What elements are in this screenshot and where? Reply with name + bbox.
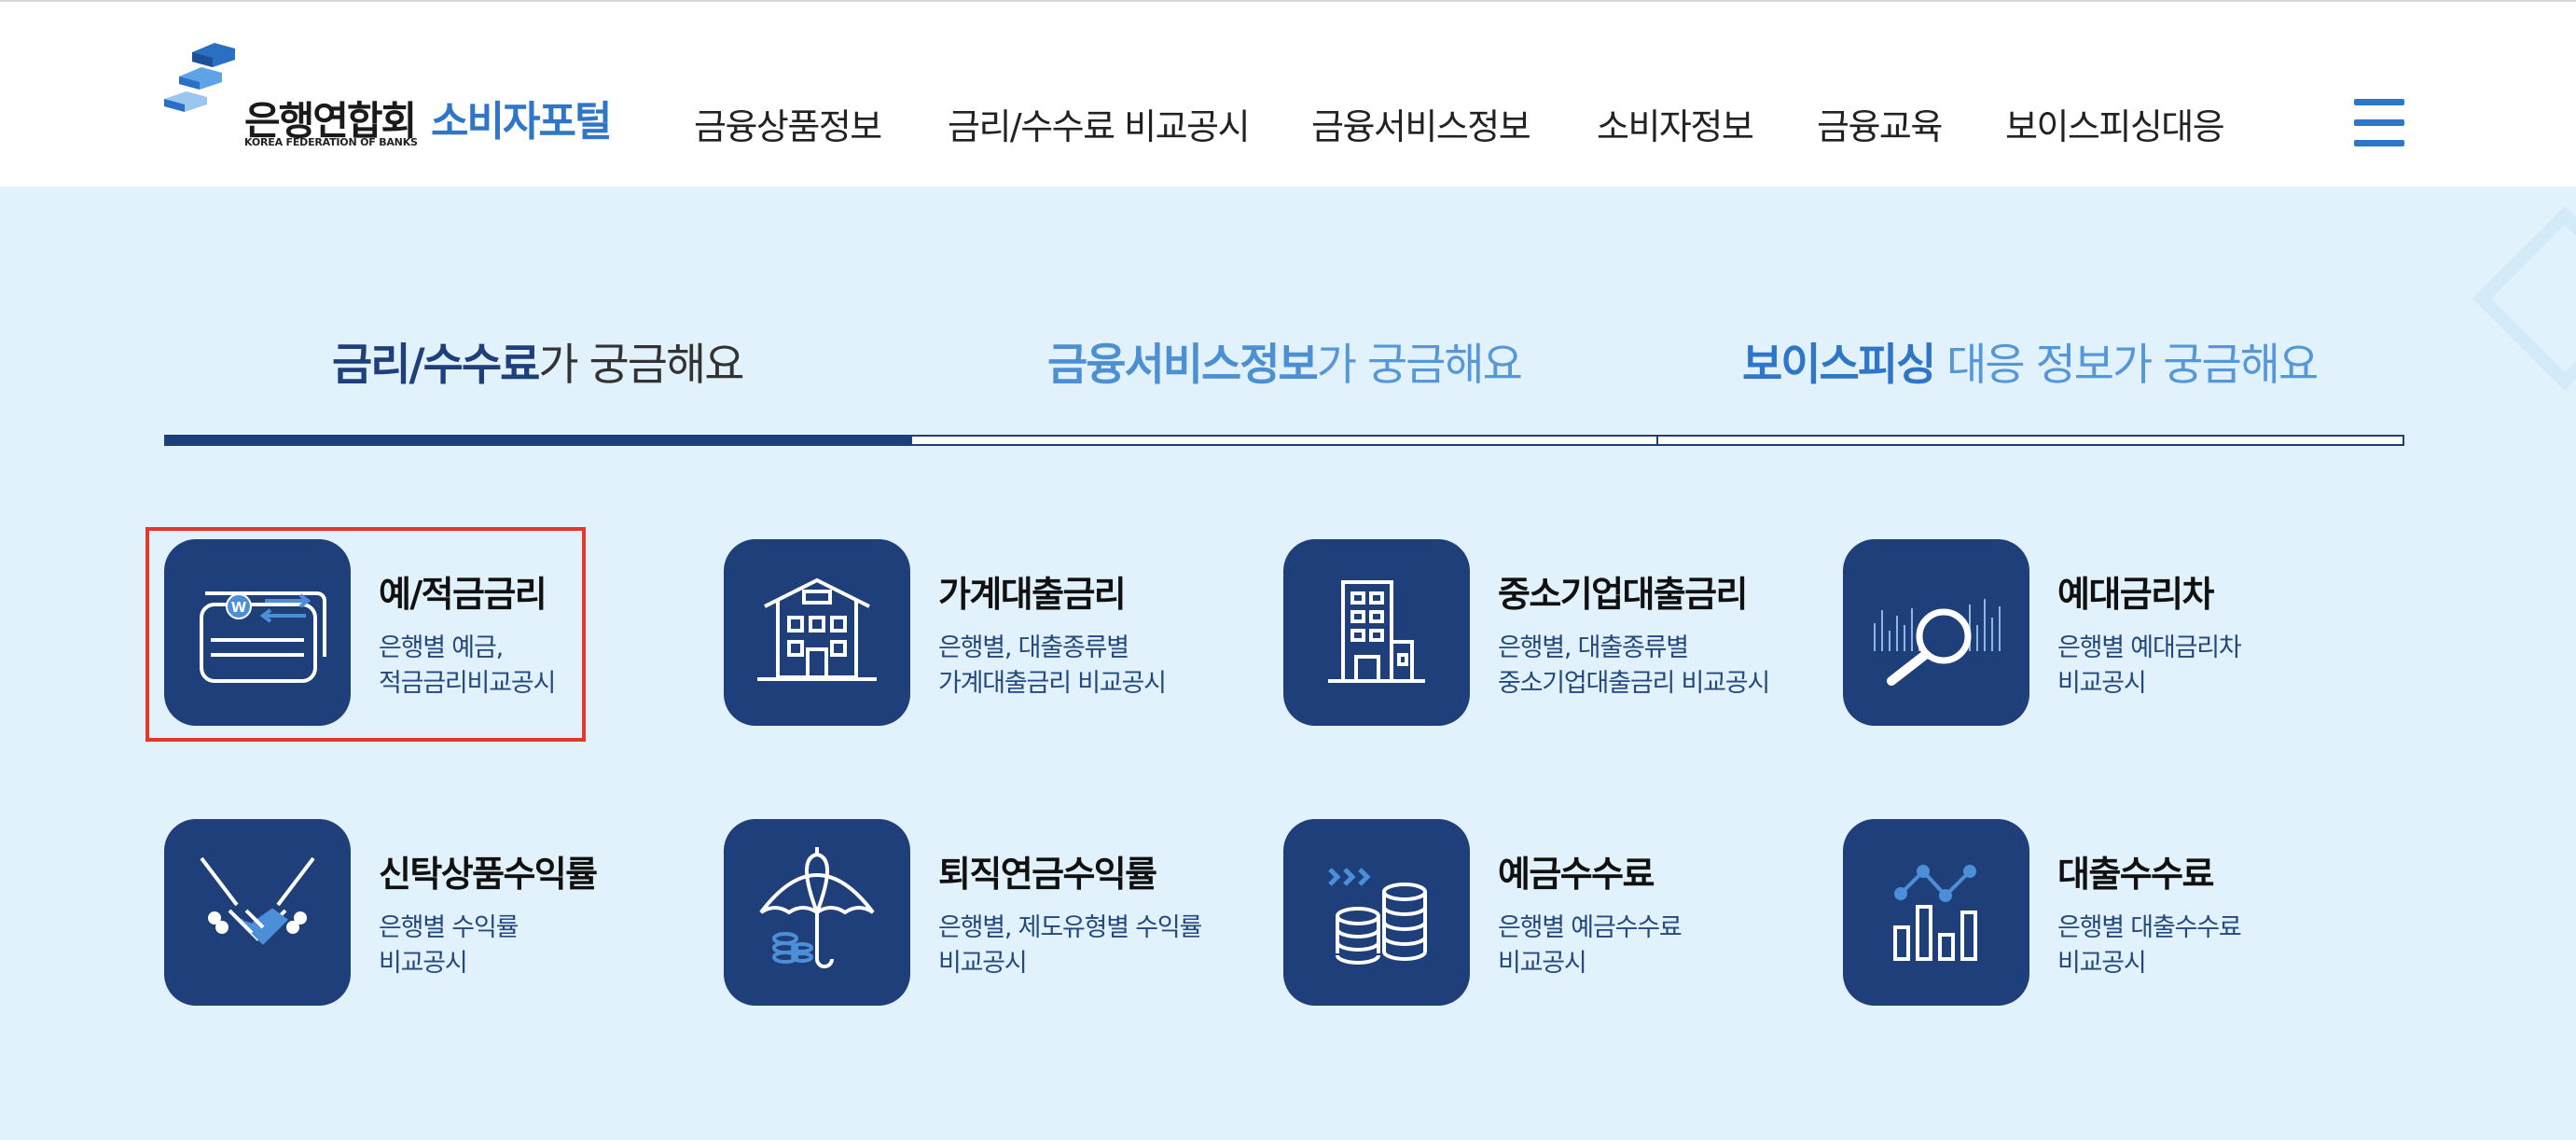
nav-financial-products[interactable]: 금융상품정보 bbox=[694, 98, 882, 149]
logo-portal-name: 소비자포털 bbox=[431, 98, 612, 146]
selection-highlight bbox=[145, 527, 586, 742]
card-description: 은행별, 제도유형별 수익률 비교공시 bbox=[938, 911, 1202, 981]
tab-underline-active bbox=[164, 435, 912, 446]
handshake-icon bbox=[164, 819, 351, 1006]
card-deposit-fee[interactable]: 예금수수료 은행별 예금수수료 비교공시 bbox=[1283, 819, 1806, 1015]
coin-stack-icon bbox=[1283, 819, 1470, 1006]
card-description: 은행별 예대금리차 비교공시 bbox=[2057, 631, 2242, 702]
building-icon bbox=[1283, 539, 1470, 726]
tab-financial-services-bold: 금융서비스정보 bbox=[1047, 340, 1319, 391]
card-desc-line: 은행별, 대출종류별 bbox=[938, 633, 1129, 662]
tab-voice-phishing-bold: 보이스피싱 bbox=[1742, 340, 1936, 391]
card-title: 대출수수료 bbox=[2057, 854, 2214, 895]
card-desc-line: 은행별 예대금리차 bbox=[2057, 633, 2242, 662]
card-household-loan-rate[interactable]: 가계대출금리 은행별, 대출종류별 가계대출금리 비교공시 bbox=[724, 539, 1246, 735]
card-desc-line: 비교공시 bbox=[1498, 949, 1587, 978]
card-desc-line: 비교공시 bbox=[379, 949, 468, 978]
card-desc-line: 가계대출금리 비교공시 bbox=[938, 669, 1167, 698]
card-title: 예금수수료 bbox=[1498, 854, 1655, 895]
tab-rate-fee[interactable]: 금리/수수료가 궁금해요 bbox=[332, 328, 745, 393]
decorative-shape bbox=[2472, 206, 2576, 391]
card-desc-line: 은행별 예금수수료 bbox=[1498, 913, 1683, 942]
tab-rate-fee-rest: 가 궁금해요 bbox=[538, 340, 744, 391]
card-description: 은행별 대출수수료 비교공시 bbox=[2057, 911, 2242, 981]
card-title: 중소기업대출금리 bbox=[1498, 574, 1748, 615]
site-logo[interactable]: 은행연합회 KOREA FEDERATION OF BANKS 소비자포털 bbox=[164, 39, 649, 160]
card-sme-loan-rate[interactable]: 중소기업대출금리 은행별, 대출종류별 중소기업대출금리 비교공시 bbox=[1283, 539, 1806, 735]
card-loan-fee[interactable]: 대출수수료 은행별 대출수수료 비교공시 bbox=[1843, 819, 2365, 1015]
card-desc-line: 은행별 수익률 bbox=[379, 913, 519, 942]
card-desc-line: 은행별, 제도유형별 수익률 bbox=[938, 913, 1202, 942]
bar-line-chart-icon bbox=[1843, 819, 2029, 1006]
tab-underline bbox=[1656, 435, 2404, 446]
card-desc-line: 비교공시 bbox=[2057, 949, 2147, 978]
card-title: 신탁상품수익률 bbox=[379, 854, 598, 895]
card-pension-yield[interactable]: 퇴직연금수익률 은행별, 제도유형별 수익률 비교공시 bbox=[724, 819, 1246, 1015]
card-title: 퇴직연금수익률 bbox=[938, 854, 1157, 895]
house-icon bbox=[724, 539, 910, 726]
nav-voice-phishing[interactable]: 보이스피싱대응 bbox=[2005, 98, 2225, 149]
nav-financial-education[interactable]: 금융교육 bbox=[1817, 98, 1943, 149]
tab-financial-services[interactable]: 금융서비스정보가 궁금해요 bbox=[1047, 328, 1523, 393]
hamburger-icon[interactable] bbox=[2354, 99, 2404, 147]
card-description: 은행별, 대출종류별 중소기업대출금리 비교공시 bbox=[1498, 631, 1770, 702]
card-trust-yield[interactable]: 신탁상품수익률 은행별 수익률 비교공시 bbox=[164, 819, 686, 1015]
card-description: 은행별, 대출종류별 가계대출금리 비교공시 bbox=[938, 631, 1167, 702]
magnifier-chart-icon bbox=[1843, 539, 2029, 726]
card-desc-line: 비교공시 bbox=[2057, 669, 2147, 698]
tab-rate-fee-bold: 금리/수수료 bbox=[332, 340, 540, 391]
card-description: 은행별 예금수수료 비교공시 bbox=[1498, 911, 1683, 981]
card-desc-line: 비교공시 bbox=[938, 949, 1028, 978]
nav-rate-fee-comparison[interactable]: 금리/수수료 비교공시 bbox=[948, 98, 1251, 149]
nav-financial-services[interactable]: 금융서비스정보 bbox=[1311, 98, 1531, 149]
site-header: 은행연합회 KOREA FEDERATION OF BANKS 소비자포털 금융… bbox=[0, 0, 2576, 187]
card-desc-line: 중소기업대출금리 비교공시 bbox=[1498, 669, 1770, 698]
tab-voice-phishing[interactable]: 보이스피싱 대응 정보가 궁금해요 bbox=[1742, 328, 2319, 393]
card-desc-line: 은행별 대출수수료 bbox=[2057, 913, 2242, 942]
tab-financial-services-rest: 가 궁금해요 bbox=[1316, 340, 1523, 391]
card-loan-deposit-spread[interactable]: 예대금리차 은행별 예대금리차 비교공시 bbox=[1843, 539, 2365, 735]
umbrella-coins-icon bbox=[724, 819, 910, 1006]
nav-consumer-info[interactable]: 소비자정보 bbox=[1597, 98, 1754, 149]
tab-voice-phishing-rest: 대응 정보가 궁금해요 bbox=[1934, 340, 2319, 391]
card-title: 예대금리차 bbox=[2057, 574, 2214, 615]
card-description: 은행별 수익률 비교공시 bbox=[379, 911, 519, 981]
card-desc-line: 은행별, 대출종류별 bbox=[1498, 633, 1689, 662]
card-title: 가계대출금리 bbox=[938, 574, 1127, 615]
logo-subtitle: KOREA FEDERATION OF BANKS bbox=[244, 136, 418, 148]
logo-mark-icon bbox=[164, 43, 235, 112]
tab-underline bbox=[910, 435, 1658, 446]
